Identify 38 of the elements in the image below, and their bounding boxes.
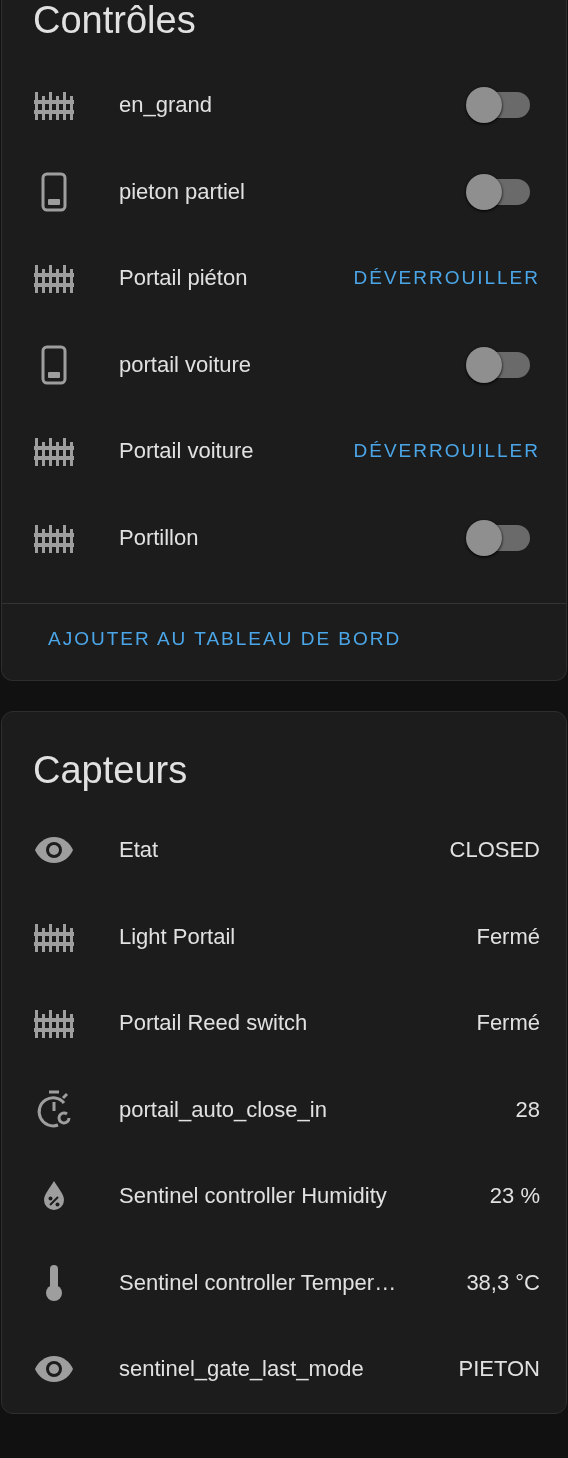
entity-name: Portillon: [119, 524, 200, 551]
unlock-button[interactable]: DÉVERROUILLER: [353, 263, 540, 294]
entity-name: portail_auto_close_in: [119, 1096, 328, 1123]
unlock-button[interactable]: DÉVERROUILLER: [353, 436, 540, 467]
entity-name: portail voiture: [119, 351, 253, 378]
entity-name: Portail voiture: [119, 438, 255, 465]
entity-value: Fermé: [476, 923, 540, 950]
entity-value: 38,3 °C: [466, 1269, 540, 1296]
add-to-dashboard-button[interactable]: AJOUTER AU TABLEAU DE BORD: [42, 624, 408, 654]
eye-icon: [34, 836, 74, 865]
entity-name: Portail Reed switch: [119, 1010, 309, 1037]
entity-value: CLOSED: [449, 837, 540, 864]
entity-value: PIETON: [458, 1356, 540, 1383]
fence-icon: [34, 436, 74, 467]
entity-name: Light Portail: [119, 923, 237, 950]
thermometer-icon: [45, 1263, 63, 1302]
entity-name: Sentinel controller Humidity: [119, 1183, 388, 1210]
phone-icon: [41, 171, 67, 212]
timer-icon: [36, 1089, 72, 1130]
fence-icon: [34, 90, 74, 121]
card-title: Contrôles: [33, 0, 196, 42]
entity-value: Fermé: [476, 1010, 540, 1037]
entity-value: 28: [515, 1096, 540, 1123]
entity-name: pieton partiel: [119, 178, 246, 205]
fence-icon: [34, 921, 74, 952]
phone-icon: [41, 344, 67, 385]
fence-icon: [34, 522, 74, 553]
card-title: Capteurs: [33, 748, 188, 792]
water-percent-icon: [42, 1180, 66, 1213]
entity-value: 23 %: [489, 1183, 540, 1210]
eye-icon: [34, 1355, 74, 1384]
entity-name: sentinel_gate_last_mode: [119, 1356, 365, 1383]
entity-name: en_grand: [119, 92, 213, 119]
entity-name: Sentinel controller Temper…: [119, 1269, 398, 1296]
entity-name: Portail piéton: [119, 265, 249, 292]
entity-name: Etat: [119, 837, 160, 864]
fence-icon: [34, 1008, 74, 1039]
fence-icon: [34, 263, 74, 294]
